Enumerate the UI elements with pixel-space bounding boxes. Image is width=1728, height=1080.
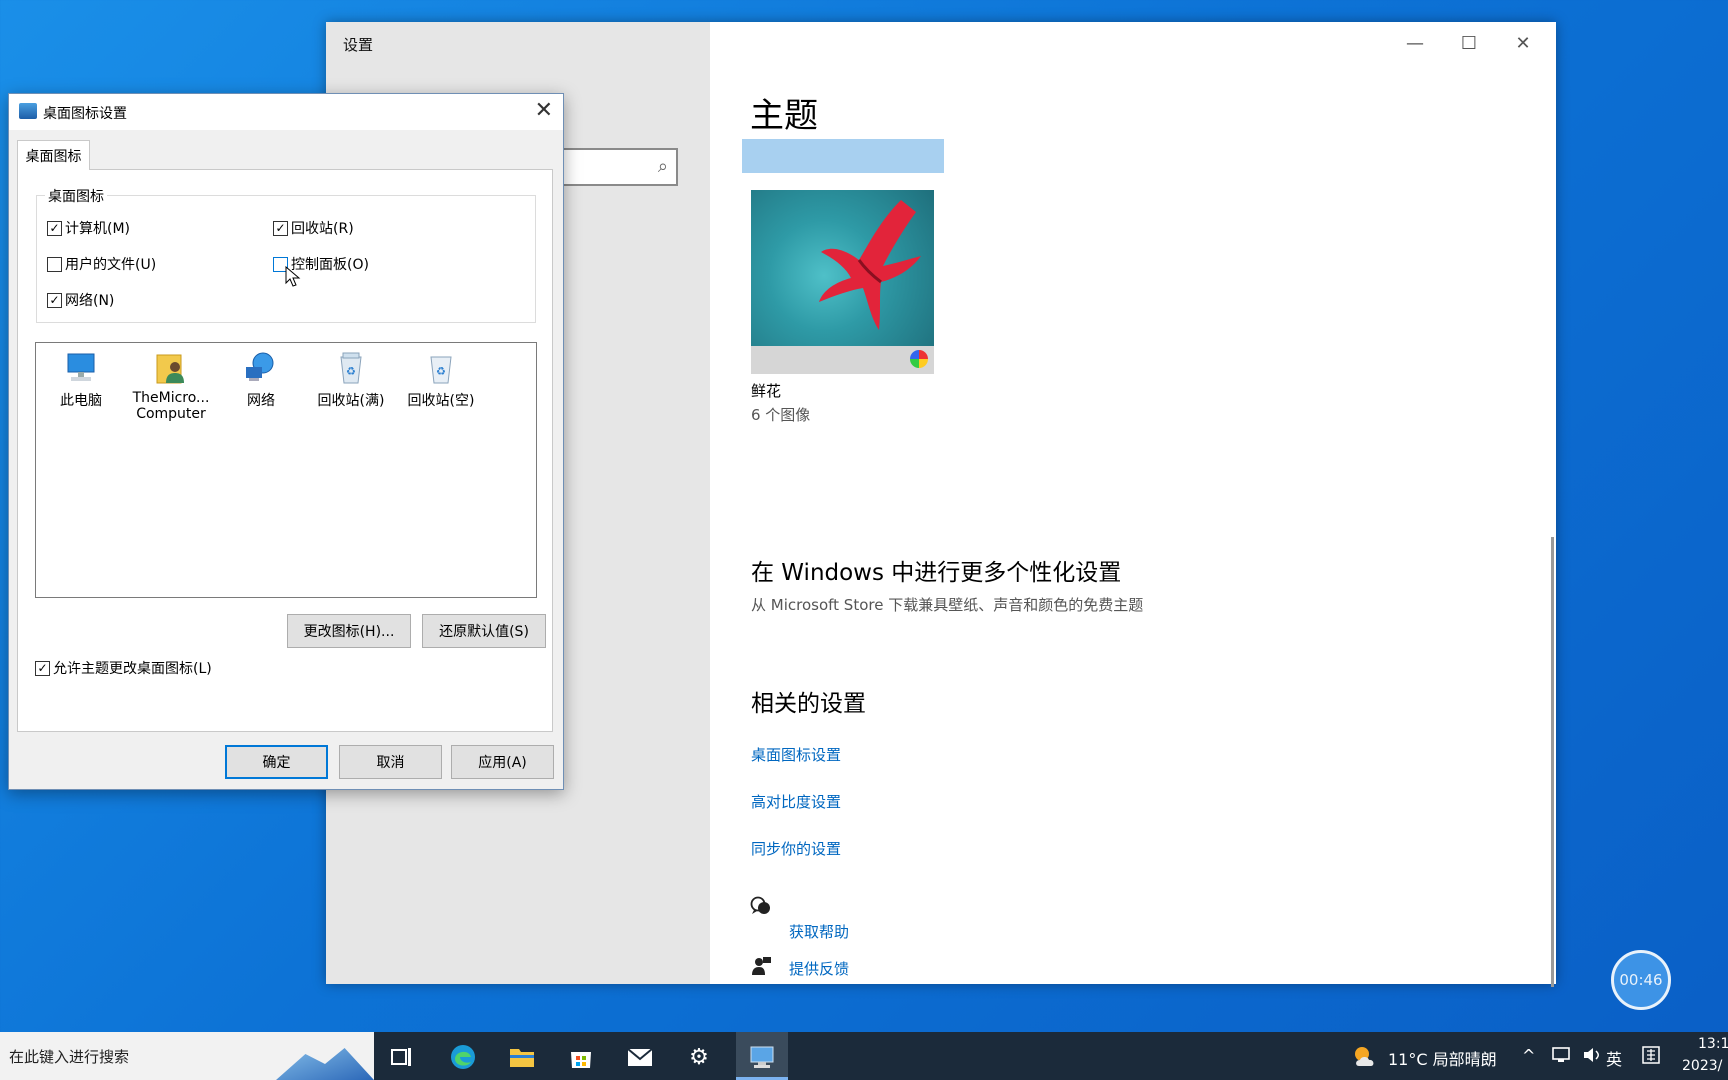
checkbox-allow-theme-box[interactable]: ✓ xyxy=(35,660,50,676)
file-explorer-icon[interactable] xyxy=(505,1040,539,1074)
settings-main: 主题 鲜花 6 个图像 在 Windows 中进行更多个性化设置 从 Micro… xyxy=(738,22,1556,984)
desktop-icon-list[interactable]: 此电脑 TheMicro... Computer 网络 ♻ 回收站(满) ♻ 回… xyxy=(35,342,537,598)
page-title: 主题 xyxy=(750,96,818,136)
search-highlight-image xyxy=(276,1048,374,1080)
tab-panel: 桌面图标 ✓ 计算机(M) ✓ 回收站(R) 用户的文件(U) 控制面板(O) … xyxy=(17,169,553,732)
theme-name: 鲜花 xyxy=(751,382,782,400)
weather-icon[interactable] xyxy=(1348,1040,1382,1074)
desktop-icons-group: 桌面图标 ✓ 计算机(M) ✓ 回收站(R) 用户的文件(U) 控制面板(O) … xyxy=(36,186,536,323)
checkbox-allow-theme[interactable]: ✓ 允许主题更改桌面图标(L) xyxy=(35,658,212,678)
checkbox-user-files[interactable]: 用户的文件(U) xyxy=(47,254,156,274)
clock-date[interactable]: 2023/ xyxy=(1682,1058,1722,1074)
scrollbar[interactable] xyxy=(1551,537,1554,987)
dialog-close-button[interactable]: ✕ xyxy=(535,98,553,123)
feedback-icon xyxy=(750,956,772,981)
related-settings-heading: 相关的设置 xyxy=(751,691,866,717)
desktop-icon-settings-taskbar-icon[interactable] xyxy=(745,1040,779,1074)
task-view-icon[interactable] xyxy=(385,1040,419,1074)
dialog-titlebar[interactable]: 桌面图标设置 ✕ xyxy=(9,94,563,130)
weather-text[interactable]: 11°C 局部晴朗 xyxy=(1388,1046,1497,1070)
more-personalization-heading: 在 Windows 中进行更多个性化设置 xyxy=(751,560,1122,586)
computer-icon xyxy=(63,351,99,385)
desktop-icon-settings-dialog: 桌面图标设置 ✕ 桌面图标 桌面图标 ✓ 计算机(M) ✓ 回收站(R) 用户的… xyxy=(8,93,564,790)
link-get-help[interactable]: 获取帮助 xyxy=(789,921,849,942)
checkbox-network-box[interactable]: ✓ xyxy=(47,292,62,308)
color-wheel-icon xyxy=(910,350,928,368)
checkbox-recycle-bin-box[interactable]: ✓ xyxy=(273,220,288,236)
icon-item-user-files[interactable]: TheMicro... Computer xyxy=(126,351,216,422)
search-icon: ⌕ xyxy=(657,156,668,177)
link-sync-settings[interactable]: 同步你的设置 xyxy=(751,838,841,859)
settings-gear-icon[interactable]: ⚙ xyxy=(682,1040,716,1074)
checkbox-computer[interactable]: ✓ 计算机(M) xyxy=(47,218,130,238)
recycle-bin-empty-icon: ♻ xyxy=(423,351,459,385)
restore-default-button[interactable]: 还原默认值(S) xyxy=(422,614,546,648)
icon-item-recycle-empty[interactable]: ♻ 回收站(空) xyxy=(396,351,486,410)
taskbar: 在此键入进行搜索 ⚙ 11°C 局部晴朗 ^ 英 13:1 2023/ xyxy=(0,1032,1728,1080)
checkbox-computer-box[interactable]: ✓ xyxy=(47,220,62,236)
change-icon-button[interactable]: 更改图标(H)... xyxy=(287,614,411,648)
theme-tile-flowers[interactable] xyxy=(751,190,934,374)
ok-button[interactable]: 确定 xyxy=(225,745,328,779)
cancel-button[interactable]: 取消 xyxy=(339,745,442,779)
edge-icon[interactable] xyxy=(446,1040,480,1074)
network-tray-icon[interactable] xyxy=(1551,1046,1571,1068)
checkbox-user-files-box[interactable] xyxy=(47,256,62,272)
checkbox-network[interactable]: ✓ 网络(N) xyxy=(47,290,114,310)
checkbox-recycle-bin[interactable]: ✓ 回收站(R) xyxy=(273,218,354,238)
recycle-bin-full-icon: ♻ xyxy=(333,351,369,385)
flower-image xyxy=(751,190,934,346)
group-label: 桌面图标 xyxy=(45,186,107,206)
dialog-title: 桌面图标设置 xyxy=(43,106,127,122)
chat-help-icon xyxy=(750,896,772,921)
network-icon xyxy=(243,351,279,385)
icon-item-this-pc[interactable]: 此电脑 xyxy=(36,351,126,410)
current-theme-bar[interactable] xyxy=(742,139,944,173)
link-desktop-icon-settings[interactable]: 桌面图标设置 xyxy=(751,744,841,765)
user-folder-icon xyxy=(153,351,189,385)
clock-time[interactable]: 13:1 xyxy=(1698,1036,1728,1052)
mail-icon[interactable] xyxy=(623,1040,657,1074)
store-icon[interactable] xyxy=(564,1040,598,1074)
taskbar-search-input[interactable]: 在此键入进行搜索 xyxy=(0,1032,374,1080)
mouse-cursor-icon xyxy=(285,266,301,287)
apply-button[interactable]: 应用(A) xyxy=(451,745,554,779)
tab-desktop-icons[interactable]: 桌面图标 xyxy=(17,140,90,170)
keyboard-layout-icon[interactable] xyxy=(1642,1046,1660,1068)
theme-image-count: 6 个图像 xyxy=(751,406,811,424)
icon-item-network[interactable]: 网络 xyxy=(216,351,306,410)
chevron-up-icon[interactable]: ^ xyxy=(1522,1046,1535,1065)
more-personalization-subtitle: 从 Microsoft Store 下载兼具壁纸、声音和颜色的免费主题 xyxy=(751,596,1144,614)
monitor-icon xyxy=(19,103,37,119)
icon-item-recycle-full[interactable]: ♻ 回收站(满) xyxy=(306,351,396,410)
svg-text:♻: ♻ xyxy=(436,365,446,378)
recording-timer[interactable]: 00:46 xyxy=(1611,950,1671,1010)
volume-icon[interactable] xyxy=(1582,1046,1604,1068)
link-feedback[interactable]: 提供反馈 xyxy=(789,958,849,979)
link-high-contrast-settings[interactable]: 高对比度设置 xyxy=(751,791,841,812)
settings-title: 设置 xyxy=(343,36,374,54)
ime-indicator[interactable]: 英 xyxy=(1606,1046,1622,1070)
svg-text:♻: ♻ xyxy=(346,365,356,378)
